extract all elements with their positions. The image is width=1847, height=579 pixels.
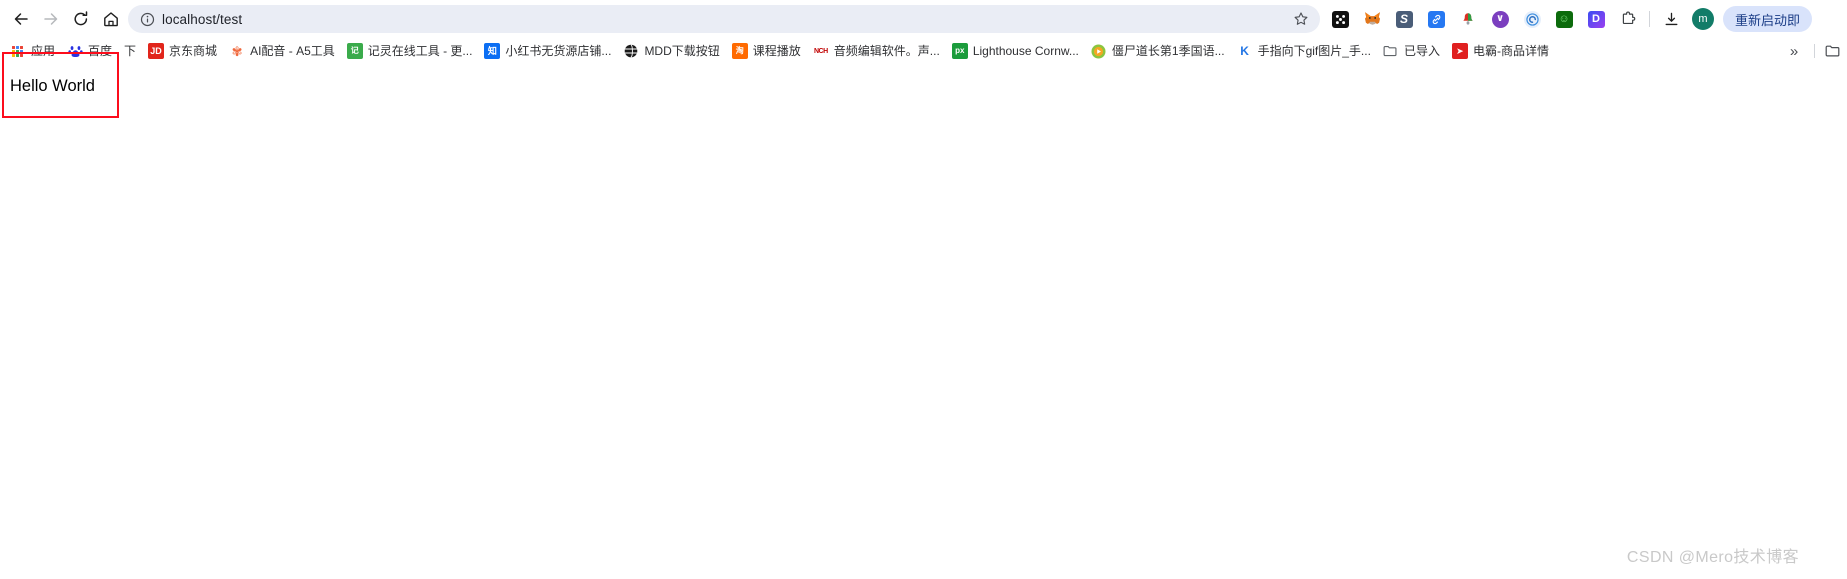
px-icon: px bbox=[951, 43, 968, 59]
toolbar-right-icons: S ∨ ☺ D m 重新启动即 bbox=[1324, 0, 1813, 38]
toolbar-divider bbox=[1649, 11, 1650, 27]
bookmark-star-icon[interactable] bbox=[1286, 5, 1316, 33]
bookmark-course-play[interactable]: 淘 课程播放 bbox=[726, 40, 807, 62]
folder-icon bbox=[1383, 43, 1399, 59]
bookmark-label: 应用 bbox=[31, 44, 56, 58]
bookmark-label: Lighthouse Cornw... bbox=[972, 44, 1079, 58]
avatar-initial: m bbox=[1692, 8, 1714, 30]
bookmark-baidu[interactable]: 百度 bbox=[61, 40, 118, 62]
bookmark-label: 百度 bbox=[88, 44, 113, 58]
bookmark-label: 记灵在线工具 - 更... bbox=[367, 44, 473, 58]
nch-icon: NCH bbox=[813, 47, 828, 55]
extension-v-purple-icon[interactable]: ∨ bbox=[1484, 0, 1516, 38]
back-button[interactable] bbox=[6, 4, 36, 34]
reload-button[interactable] bbox=[66, 4, 96, 34]
bookmark-label: 京东商城 bbox=[169, 44, 218, 58]
jiling-icon: 记 bbox=[346, 43, 363, 59]
bookmark-ai-voice[interactable]: ✾ AI配音 - A5工具 bbox=[223, 40, 341, 62]
info-circle-icon[interactable] bbox=[134, 5, 160, 33]
extension-dice-icon[interactable] bbox=[1324, 0, 1356, 38]
bookmark-dianba-product[interactable]: ➤ 电霸-商品详情 bbox=[1446, 40, 1555, 62]
dianba-icon: ➤ bbox=[1451, 43, 1468, 59]
bookmark-label: 小红书无货源店铺... bbox=[505, 44, 612, 58]
bookmark-xiaohongshu[interactable]: 知 小红书无货源店铺... bbox=[478, 40, 617, 62]
bookmarks-overflow-button[interactable]: » bbox=[1783, 41, 1805, 61]
kuaishou-icon: K bbox=[1240, 44, 1249, 58]
video-icon bbox=[1091, 43, 1107, 59]
ai-voice-icon: ✾ bbox=[231, 43, 243, 59]
url-text[interactable]: localhost/test bbox=[160, 12, 1286, 27]
extension-s-icon[interactable]: S bbox=[1388, 0, 1420, 38]
globe-icon bbox=[623, 43, 639, 59]
extension-smiley-green-icon[interactable]: ☺ bbox=[1548, 0, 1580, 38]
jd-icon: JD bbox=[148, 43, 165, 59]
bookmark-mdd[interactable]: MDD下载按钮 bbox=[617, 40, 725, 62]
extension-link-icon[interactable] bbox=[1420, 0, 1452, 38]
forward-button[interactable] bbox=[36, 4, 66, 34]
bookmark-label: 僵尸道长第1季国语... bbox=[1111, 44, 1225, 58]
bookmark-label: MDD下载按钮 bbox=[644, 44, 720, 58]
extension-d-blue-icon[interactable]: D bbox=[1580, 0, 1612, 38]
bookmark-apps[interactable]: 应用 bbox=[4, 40, 61, 62]
address-bar[interactable]: localhost/test bbox=[128, 5, 1320, 33]
extension-target-blue-icon[interactable] bbox=[1516, 0, 1548, 38]
extension-bell-red-icon[interactable] bbox=[1452, 0, 1484, 38]
bookmark-label: 手指向下gif图片_手... bbox=[1257, 44, 1371, 58]
bookmark-label: 下 bbox=[124, 44, 137, 58]
bookmark-nch-audio[interactable]: NCH 音频编辑软件。声... bbox=[807, 40, 946, 62]
baidu-icon bbox=[67, 43, 83, 59]
bookmark-label: AI配音 - A5工具 bbox=[250, 44, 335, 58]
browser-window: localhost/test S ∨ ☺ D m 重新启动即 应用 百度 下 J… bbox=[0, 0, 1847, 579]
bookmark-label: 课程播放 bbox=[752, 44, 801, 58]
download-icon[interactable] bbox=[1655, 0, 1687, 38]
bookmark-folder-imported[interactable]: 已导入 bbox=[1377, 40, 1446, 62]
taobao-icon: 淘 bbox=[731, 43, 748, 59]
bookmark-jiling[interactable]: 记 记灵在线工具 - 更... bbox=[341, 40, 479, 62]
bookmark-lighthouse-cornwall[interactable]: px Lighthouse Cornw... bbox=[946, 40, 1085, 62]
apps-grid-icon bbox=[10, 43, 26, 59]
bookmark-label: 音频编辑软件。声... bbox=[833, 44, 940, 58]
bookmarks-bar: 应用 百度 下 JD 京东商城 ✾ AI配音 - A5工具 记 记灵在线工具 -… bbox=[0, 38, 1847, 64]
home-button[interactable] bbox=[96, 4, 126, 34]
extension-metamask-fox-icon[interactable] bbox=[1356, 0, 1388, 38]
bookmarks-divider bbox=[1814, 44, 1815, 58]
bookmark-xia[interactable]: 下 bbox=[118, 40, 142, 62]
page-viewport: Hello World CSDN @Mero技术博客 bbox=[0, 52, 1847, 579]
profile-avatar[interactable]: m bbox=[1687, 0, 1719, 38]
bookmark-finger-gif[interactable]: K 手指向下gif图片_手... bbox=[1231, 40, 1377, 62]
bookmark-label: 电霸-商品详情 bbox=[1472, 44, 1549, 58]
bookmark-label: 已导入 bbox=[1403, 44, 1440, 58]
bookmark-folder-icon[interactable] bbox=[1823, 42, 1843, 60]
relaunch-button[interactable]: 重新启动即 bbox=[1723, 6, 1813, 32]
page-body-text: Hello World bbox=[10, 77, 95, 95]
puzzle-extensions-icon[interactable] bbox=[1612, 0, 1644, 38]
bookmark-zombie-series[interactable]: 僵尸道长第1季国语... bbox=[1085, 40, 1231, 62]
zhihu-icon: 知 bbox=[484, 43, 501, 59]
bookmark-jd[interactable]: JD 京东商城 bbox=[142, 40, 223, 62]
csdn-watermark: CSDN @Mero技术博客 bbox=[1626, 549, 1799, 566]
